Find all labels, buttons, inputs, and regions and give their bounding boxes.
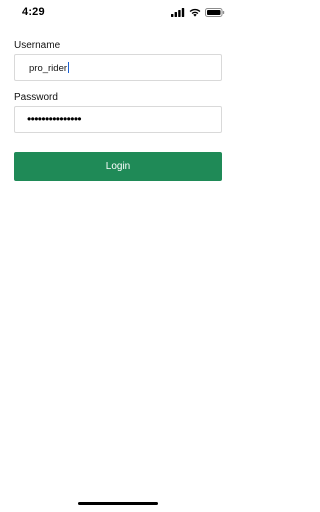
password-value: ••••••••••••••• bbox=[27, 112, 82, 126]
login-button[interactable]: Login bbox=[14, 152, 222, 181]
password-field[interactable]: ••••••••••••••• bbox=[14, 106, 222, 133]
username-label: Username bbox=[14, 40, 61, 51]
battery-icon bbox=[205, 8, 225, 17]
signal-icon bbox=[171, 8, 185, 17]
username-field[interactable]: pro_rider bbox=[14, 54, 222, 81]
home-indicator[interactable] bbox=[78, 502, 158, 505]
password-label: Password bbox=[14, 92, 58, 103]
status-icons bbox=[171, 8, 225, 17]
status-bar: 4:29 bbox=[0, 0, 237, 28]
status-time: 4:29 bbox=[22, 6, 45, 18]
username-value: pro_rider bbox=[29, 62, 70, 74]
text-caret bbox=[68, 62, 70, 73]
wifi-icon bbox=[189, 8, 201, 17]
username-value-text: pro_rider bbox=[29, 63, 68, 74]
